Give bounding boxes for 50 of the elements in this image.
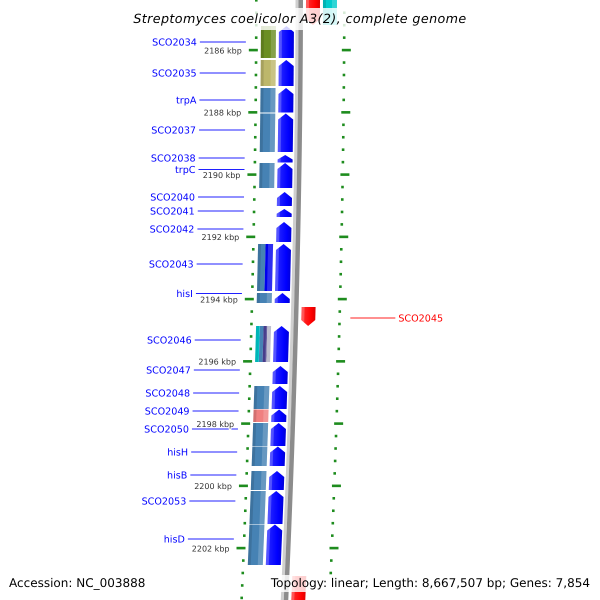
- cog-category-bar: [259, 163, 275, 188]
- cog-category-bar: [260, 60, 276, 86]
- scale-label: 2196 kbp: [198, 358, 236, 367]
- scale-label: 2188 kbp: [204, 108, 242, 118]
- scale-label: 2190 kbp: [202, 170, 240, 180]
- gene-label: SCO2047: [146, 366, 191, 376]
- leader-line: [187, 538, 234, 540]
- leader-line: [188, 500, 236, 502]
- gene-label: hisI: [176, 289, 193, 300]
- scale-label: 2192 kbp: [202, 233, 240, 242]
- leader-line: [196, 228, 244, 230]
- cog-category-bar: [248, 524, 264, 565]
- leader-line: [198, 169, 245, 170]
- scale-label: 2194 kbp: [200, 295, 238, 304]
- cog-category-bar: [255, 326, 272, 362]
- leader-line: [198, 196, 245, 198]
- scale-label: 2202 kbp: [192, 544, 230, 554]
- gene-label: SCO2037: [151, 126, 196, 136]
- gene-label: SCO2045: [398, 314, 444, 324]
- gene-label: hisH: [167, 448, 188, 458]
- gene-label: SCO2041: [150, 206, 195, 218]
- cog-category-bar: [256, 293, 272, 303]
- gene-label: hisD: [164, 534, 185, 546]
- scale-label: 2186 kbp: [204, 46, 242, 56]
- leader-line: [191, 428, 238, 430]
- leader-line: [195, 293, 242, 294]
- scale-label: 2198 kbp: [196, 420, 234, 429]
- gene-label: SCO2034: [152, 38, 197, 48]
- cog-category-bar: [257, 244, 274, 291]
- leader-line: [192, 410, 240, 412]
- leader-line: [199, 72, 246, 74]
- leader-line: [192, 392, 240, 394]
- leader-line: [197, 210, 244, 212]
- gene-label: SCO2042: [150, 224, 194, 236]
- gene-label: trpC: [174, 165, 196, 176]
- scale-label: 2200 kbp: [194, 482, 232, 492]
- gene-label: SCO2050: [144, 424, 189, 436]
- gene-label: SCO2053: [142, 496, 186, 508]
- gene-label: SCO2043: [148, 260, 194, 270]
- gene-label: SCO2049: [144, 406, 190, 418]
- gene-label: SCO2048: [145, 388, 190, 400]
- gene-label: SCO2035: [152, 68, 197, 80]
- gene-label: SCO2046: [146, 336, 192, 346]
- gene-label: trpA: [176, 96, 196, 106]
- gene-label: hisB: [167, 470, 188, 482]
- accession-text: Accession: NC_003888: [9, 575, 146, 592]
- leader-line: [190, 474, 237, 476]
- gene-label: SCO2040: [150, 192, 196, 204]
- gene-label: SCO2038: [150, 154, 196, 164]
- cog-category-bar: [252, 446, 268, 466]
